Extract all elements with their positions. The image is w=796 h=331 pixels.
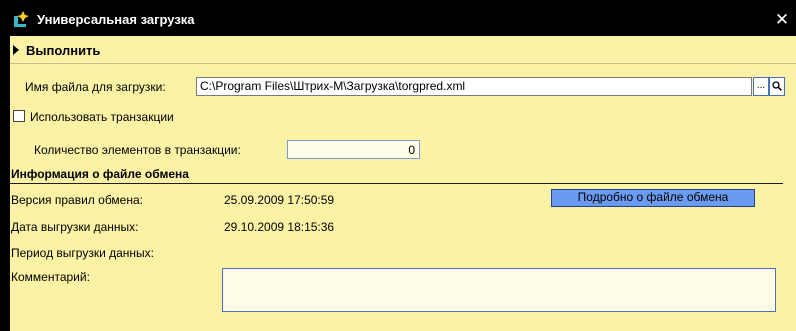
export-date-label: Дата выгрузки данных: (11, 220, 139, 234)
app-icon (14, 11, 29, 27)
form-body: Выполнить Имя файла для загрузки: C:\Pro… (10, 36, 796, 331)
browse-button[interactable]: ... (753, 77, 769, 96)
comment-field[interactable] (222, 268, 776, 312)
window-title: Универсальная загрузка (37, 12, 195, 27)
transaction-count-input[interactable]: 0 (287, 140, 420, 159)
file-path-input[interactable]: C:\Program Files\Штрих-М\Загрузка\torgpr… (196, 77, 752, 96)
use-transactions-checkbox[interactable] (13, 110, 25, 122)
command-bar: Выполнить (10, 36, 796, 64)
file-name-label: Имя файла для загрузки: (25, 80, 166, 94)
run-button-label: Выполнить (26, 42, 101, 58)
rules-version-label: Версия правил обмена: (11, 193, 143, 207)
exchange-details-button[interactable]: Подробно о файле обмена (551, 189, 755, 207)
search-icon (772, 81, 782, 91)
rules-version-value: 25.09.2009 17:50:59 (224, 193, 335, 207)
transaction-count-label: Количество элементов в транзакции: (34, 143, 241, 157)
section-divider (10, 183, 783, 184)
export-date-value: 29.10.2009 18:15:36 (224, 220, 335, 234)
run-button[interactable]: Выполнить (13, 42, 100, 58)
exchange-info-heading: Информация о файле обмена (11, 167, 189, 181)
title-bar: Универсальная загрузка ✕ (0, 0, 796, 36)
export-period-label: Период выгрузки данных: (11, 246, 155, 260)
use-transactions-label: Использовать транзакции (30, 110, 174, 124)
close-icon[interactable]: ✕ (772, 10, 792, 30)
open-file-button[interactable] (769, 77, 785, 96)
comment-label: Комментарий: (11, 270, 90, 284)
upload-window: Универсальная загрузка ✕ Выполнить Имя ф… (0, 0, 796, 331)
play-icon (13, 45, 19, 55)
